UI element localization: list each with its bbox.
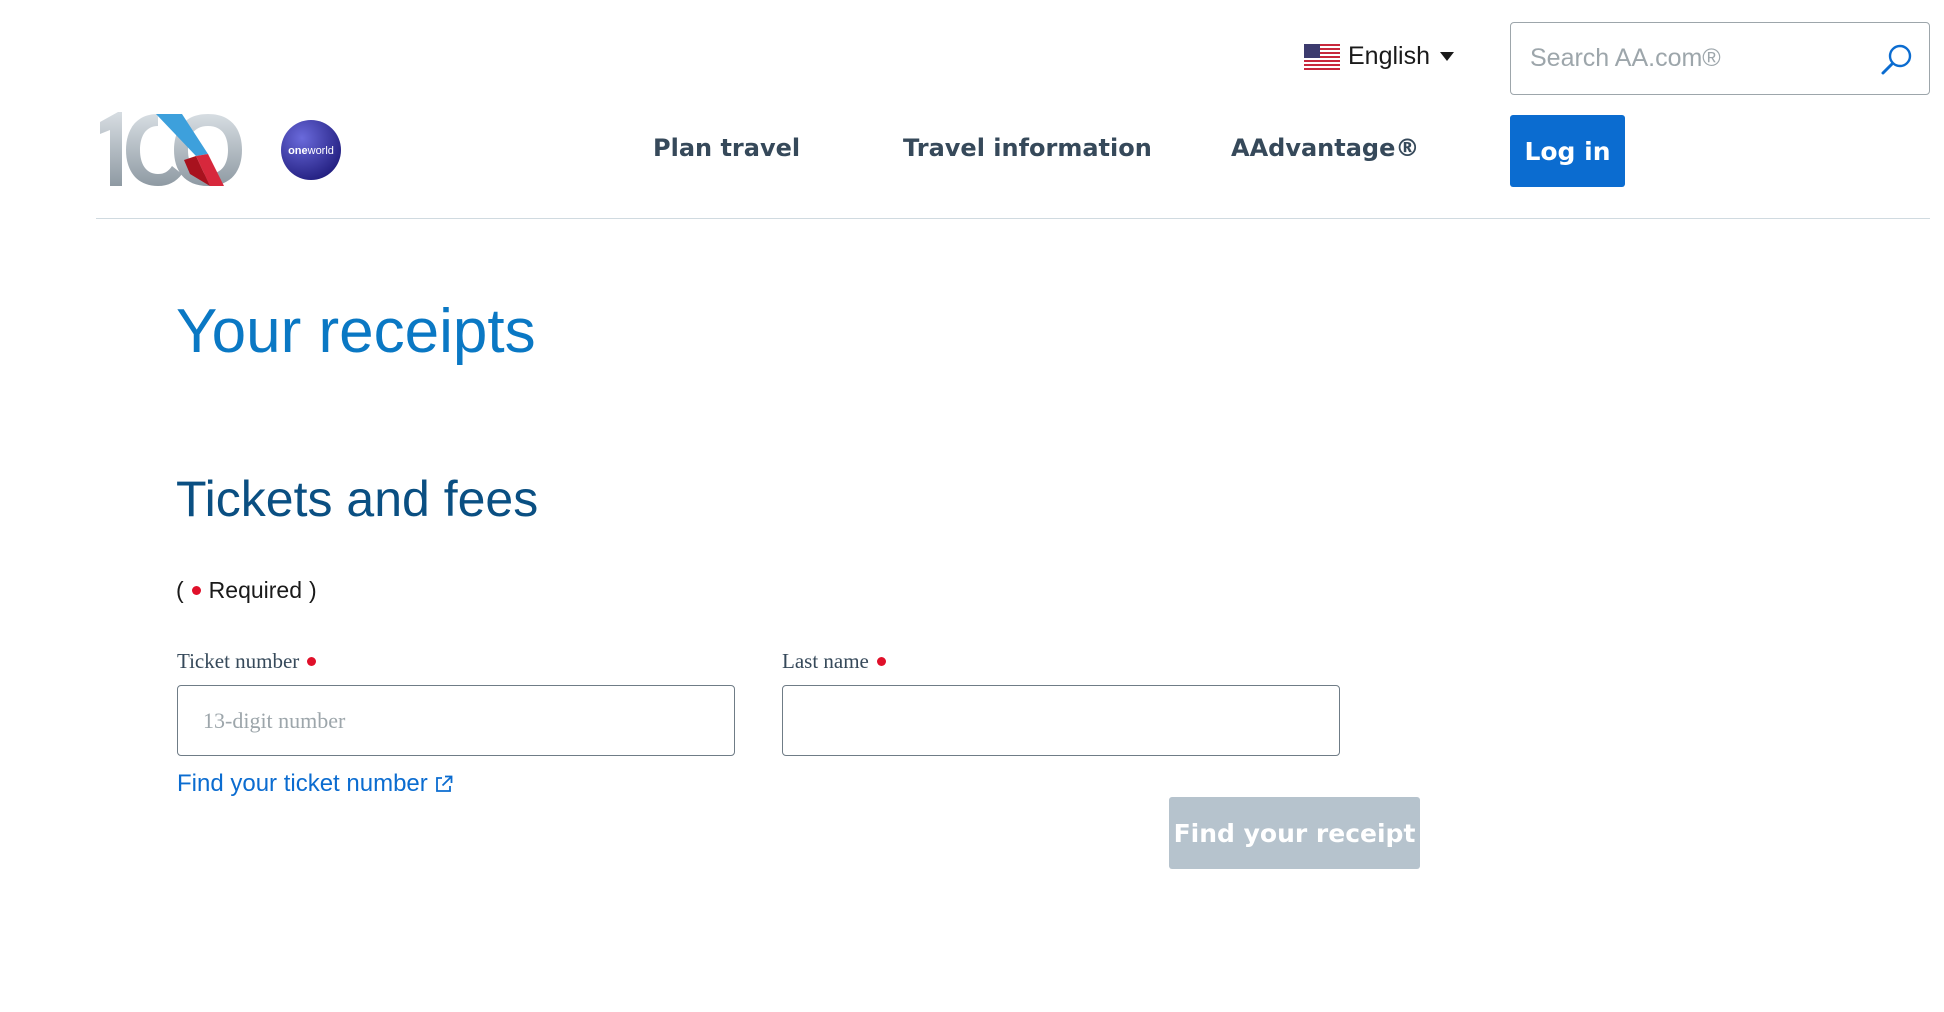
nav-travel-information[interactable]: Travel information bbox=[903, 134, 1152, 162]
ticket-number-label-text: Ticket number bbox=[177, 649, 300, 673]
last-name-field bbox=[782, 685, 1340, 756]
external-link-icon bbox=[435, 775, 453, 792]
search-box bbox=[1510, 22, 1930, 95]
search-icon[interactable] bbox=[1879, 42, 1915, 78]
section-title: Tickets and fees bbox=[176, 471, 539, 527]
us-flag-icon bbox=[1304, 43, 1340, 70]
last-name-label-text: Last name bbox=[782, 649, 869, 673]
required-dot-icon bbox=[191, 586, 201, 595]
svg-text:oneworld: oneworld bbox=[288, 145, 334, 157]
ticket-number-label: Ticket number bbox=[177, 649, 317, 674]
required-close-paren: ) bbox=[309, 577, 317, 603]
ticket-number-input[interactable] bbox=[178, 686, 734, 755]
aa-100-logo[interactable] bbox=[96, 108, 258, 192]
find-ticket-number-link-text: Find your ticket number bbox=[177, 770, 428, 797]
nav-plan-travel[interactable]: Plan travel bbox=[653, 134, 800, 162]
required-label: Required bbox=[208, 577, 303, 603]
page: English Search AA.com® oneworld Plan tra… bbox=[0, 0, 1944, 1012]
ticket-number-field bbox=[177, 685, 735, 756]
find-ticket-number-link[interactable]: Find your ticket number bbox=[177, 770, 454, 798]
required-open-paren: ( bbox=[176, 577, 184, 603]
find-receipt-button[interactable]: Find your receipt bbox=[1169, 797, 1420, 869]
nav-aadvantage[interactable]: AAdvantage® bbox=[1231, 134, 1419, 162]
logo-area[interactable]: oneworld bbox=[96, 108, 342, 192]
last-name-input[interactable] bbox=[783, 686, 1339, 755]
language-label: English bbox=[1348, 42, 1430, 70]
search-input[interactable] bbox=[1511, 23, 1871, 94]
oneworld-logo[interactable]: oneworld bbox=[280, 119, 342, 181]
header-divider bbox=[96, 218, 1930, 219]
language-selector[interactable]: English bbox=[1304, 42, 1454, 71]
required-dot-icon bbox=[307, 657, 317, 666]
required-note: ( Required ) bbox=[176, 577, 317, 604]
page-title: Your receipts bbox=[176, 297, 536, 366]
login-button[interactable]: Log in bbox=[1510, 115, 1625, 187]
chevron-down-icon bbox=[1440, 52, 1454, 61]
last-name-label: Last name bbox=[782, 649, 886, 674]
required-dot-icon bbox=[876, 657, 886, 666]
